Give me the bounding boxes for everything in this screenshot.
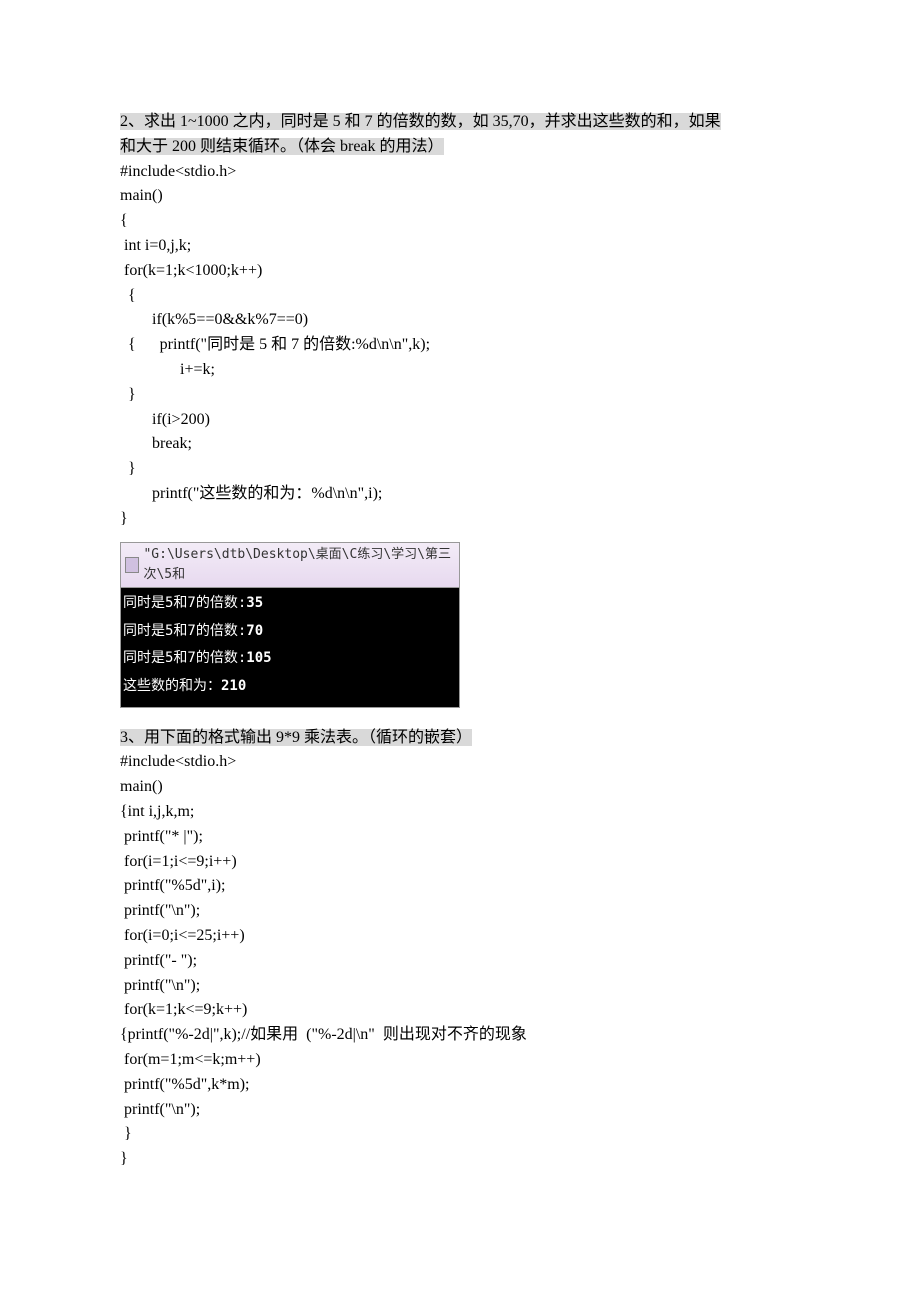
code-line: printf("这些数的和为：%d\n\n",i); [120,482,800,507]
code-line: {printf("%-2d|",k);//如果用 ("%-2d|\n" 则出现对… [120,1023,800,1048]
code-line: { [120,209,800,234]
code-line: } [120,1122,800,1147]
problem2-code: #include<stdio.h> main() { int i=0,j,k; … [120,160,800,532]
code-line: for(i=0;i<=25;i++) [120,924,800,949]
problem3-code: #include<stdio.h> main() {int i,j,k,m; p… [120,750,800,1172]
code-line: main() [120,184,800,209]
code-line: for(k=1;k<=9;k++) [120,998,800,1023]
code-line: break; [120,432,800,457]
code-line: printf("\n"); [120,1098,800,1123]
code-line: printf("%5d",k*m); [120,1073,800,1098]
problem3-title: 3、用下面的格式输出 9*9 乘法表。（循环的嵌套） [120,726,800,751]
problem2-title-line2: 和大于 200 则结束循环。（体会 break 的用法） [120,138,444,155]
console-line: 同时是5和7的倍数:35 [123,590,457,618]
code-line: int i=0,j,k; [120,234,800,259]
code-line: printf("%5d",i); [120,874,800,899]
document-page: 2、求出 1~1000 之内，同时是 5 和 7 的倍数的数，如 35,70，并… [0,0,920,1302]
code-line: if(i>200) [120,408,800,433]
code-line: printf("* |"); [120,825,800,850]
problem2-title: 2、求出 1~1000 之内，同时是 5 和 7 的倍数的数，如 35,70，并… [120,110,800,160]
console-window: "G:\Users\dtb\Desktop\桌面\C练习\学习\第三次\5和 同… [120,542,460,708]
code-line: } [120,507,800,532]
console-output: 同时是5和7的倍数:35 同时是5和7的倍数:70 同时是5和7的倍数:105 … [121,588,459,707]
code-line: } [120,383,800,408]
console-icon [125,557,139,573]
code-line: #include<stdio.h> [120,160,800,185]
console-title-text: "G:\Users\dtb\Desktop\桌面\C练习\学习\第三次\5和 [143,545,455,585]
console-line: 这些数的和为：210 [123,673,457,701]
problem3-title-text: 3、用下面的格式输出 9*9 乘法表。（循环的嵌套） [120,729,472,746]
code-line: } [120,1147,800,1172]
console-titlebar: "G:\Users\dtb\Desktop\桌面\C练习\学习\第三次\5和 [121,543,459,588]
problem2-title-line1: 2、求出 1~1000 之内，同时是 5 和 7 的倍数的数，如 35,70，并… [120,113,721,130]
code-line: printf("\n"); [120,974,800,999]
code-line: { [120,284,800,309]
code-line: if(k%5==0&&k%7==0) [120,308,800,333]
code-line: printf("- "); [120,949,800,974]
code-line: printf("\n"); [120,899,800,924]
code-line: for(k=1;k<1000;k++) [120,259,800,284]
code-line: { printf("同时是 5 和 7 的倍数:%d\n\n",k); [120,333,800,358]
code-line: for(i=1;i<=9;i++) [120,850,800,875]
console-line: 同时是5和7的倍数:105 [123,645,457,673]
code-line: main() [120,775,800,800]
code-line: #include<stdio.h> [120,750,800,775]
code-line: for(m=1;m<=k;m++) [120,1048,800,1073]
code-line: } [120,457,800,482]
console-line: 同时是5和7的倍数:70 [123,618,457,646]
code-line: i+=k; [120,358,800,383]
code-line: {int i,j,k,m; [120,800,800,825]
